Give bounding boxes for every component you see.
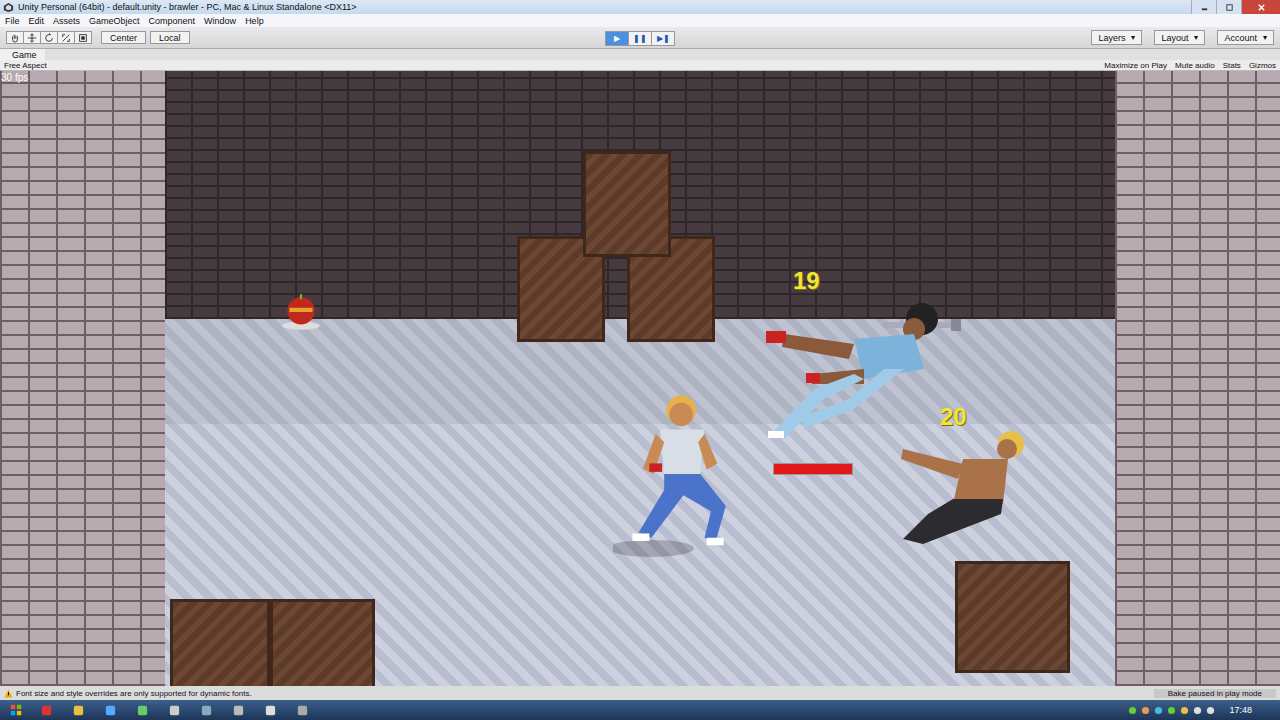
menu-item[interactable]: Window [204,16,236,26]
game-view: 30 fps 19 20 [0,71,1280,686]
status-bar: Font size and style overrides are only s… [0,686,1280,700]
title-bar: Unity Personal (64bit) - default.unity -… [0,0,1280,14]
health-fill [774,464,852,474]
damage-number: 19 [793,267,820,295]
scale-tool-icon [61,33,71,43]
taskbar-app[interactable] [64,701,92,719]
game-tab[interactable]: Game [0,49,45,60]
move-tool-icon [27,33,37,43]
space-toggle[interactable]: Local [150,31,190,44]
taskbar-app[interactable] [192,701,220,719]
clock: 17:48 [1229,705,1276,715]
maximize-icon [1225,3,1234,12]
tray-icon[interactable] [1154,706,1163,715]
tray-icon[interactable] [1193,706,1202,715]
tray-icon[interactable] [1180,706,1189,715]
crate [270,599,375,686]
game-toggle[interactable]: Gizmos [1249,61,1276,70]
tray-icon[interactable] [1206,706,1215,715]
taskbar-app[interactable] [288,701,316,719]
close-icon [1257,3,1266,12]
game-tab-bar: Game [0,49,1280,60]
toolbar-dropdown[interactable]: Layout ▾ [1154,30,1205,45]
windows-logo-icon [9,703,23,717]
apple-icon [280,293,322,331]
tray-icon[interactable] [1167,706,1176,715]
warning-icon [4,689,13,698]
game-scene: 19 20 [165,71,1115,686]
aspect-dropdown[interactable]: Free Aspect [4,61,104,70]
minimize-icon [1200,3,1209,12]
taskbar-app[interactable] [160,701,188,719]
game-toggle[interactable]: Maximize on Play [1104,61,1167,70]
maximize-button[interactable] [1216,0,1241,14]
enemy-health-bar [773,463,853,475]
tray-icon[interactable] [1141,706,1150,715]
app-icon [232,704,245,717]
system-tray: 17:48 [1128,705,1276,715]
start-button[interactable] [4,701,28,719]
menu-item[interactable]: Edit [29,16,45,26]
hand-tool-icon [10,33,20,43]
app-icon [296,704,309,717]
tool-button[interactable] [74,31,92,44]
tool-button[interactable] [23,31,41,44]
unity-logo-icon [3,2,14,13]
crate [170,599,270,686]
tool-button[interactable] [40,31,58,44]
taskbar: 17:48 [0,700,1280,720]
minimize-button[interactable] [1191,0,1216,14]
play-control[interactable]: ▶❚ [651,31,675,46]
console-message[interactable]: Font size and style overrides are only s… [16,689,1151,698]
menu-item[interactable]: GameObject [89,16,140,26]
knocked-enemy-icon [893,419,1043,549]
crate [955,561,1070,673]
damage-number: 20 [940,403,967,431]
rect-tool-icon [78,33,88,43]
letterbox-left [0,71,165,686]
crate [583,151,671,257]
tray-icon[interactable] [1128,706,1137,715]
app-icon [200,704,213,717]
menu-item[interactable]: Help [245,16,264,26]
close-button[interactable] [1241,0,1280,14]
taskbar-app[interactable] [128,701,156,719]
flying-enemy-icon [743,289,965,459]
fps-counter: 30 fps [1,72,28,83]
taskbar-app[interactable] [96,701,124,719]
tool-button[interactable] [6,31,24,44]
play-control[interactable]: ❚❚ [628,31,652,46]
window-title: Unity Personal (64bit) - default.unity -… [18,2,1187,12]
pivot-toggle[interactable]: Center [101,31,146,44]
toolbar-dropdown[interactable]: Layers ▾ [1091,30,1142,45]
app-icon [264,704,277,717]
bake-status: Bake paused in play mode [1154,689,1276,698]
taskbar-app[interactable] [256,701,284,719]
unity-editor: Unity Personal (64bit) - default.unity -… [0,0,1280,720]
toolbar: Center Local ▶❚❚▶❚ Layers ▾ Layout ▾ Accou… [0,27,1280,49]
app-icon [40,704,53,717]
menu-item[interactable]: Component [149,16,196,26]
play-control[interactable]: ▶ [605,31,629,46]
app-icon [104,704,117,717]
letterbox-right [1115,71,1280,686]
taskbar-app[interactable] [224,701,252,719]
menu-bar: File Edit Assets GameObject Component Window H… [0,14,1280,27]
toolbar-dropdown[interactable]: Account ▾ [1217,30,1274,45]
game-toolbar: Free Aspect Maximize on Play Mute audio St… [0,60,1280,71]
app-icon [168,704,181,717]
tool-button[interactable] [57,31,75,44]
taskbar-app[interactable] [32,701,60,719]
player-fighter-icon [613,389,743,559]
app-icon [72,704,85,717]
game-toggle[interactable]: Stats [1223,61,1241,70]
game-toggle[interactable]: Mute audio [1175,61,1215,70]
app-icon [136,704,149,717]
rotate-tool-icon [44,33,54,43]
menu-item[interactable]: Assets [53,16,80,26]
menu-item[interactable]: File [5,16,20,26]
